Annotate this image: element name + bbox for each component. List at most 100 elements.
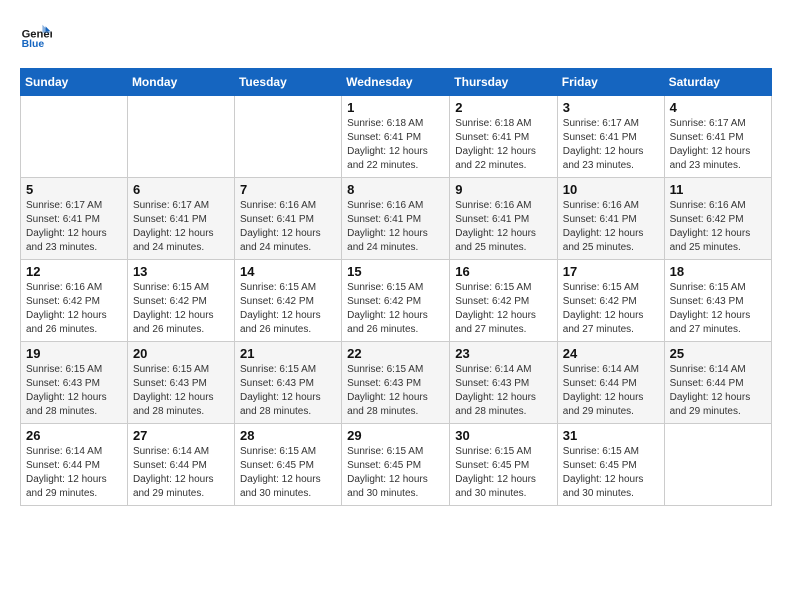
cell-sun-info: Sunrise: 6:16 AM Sunset: 6:41 PM Dayligh…	[240, 199, 336, 255]
day-number: 17	[563, 264, 659, 279]
calendar-cell: 7 Sunrise: 6:16 AM Sunset: 6:41 PM Daylig…	[234, 178, 341, 260]
cell-sun-info: Sunrise: 6:15 AM Sunset: 6:45 PM Dayligh…	[347, 445, 444, 501]
day-number: 7	[240, 182, 336, 197]
day-number: 25	[670, 346, 766, 361]
calendar-cell: 30 Sunrise: 6:15 AM Sunset: 6:45 PM Dayli…	[450, 424, 558, 506]
cell-sun-info: Sunrise: 6:17 AM Sunset: 6:41 PM Dayligh…	[563, 117, 659, 173]
cell-sun-info: Sunrise: 6:16 AM Sunset: 6:41 PM Dayligh…	[347, 199, 444, 255]
cell-sun-info: Sunrise: 6:15 AM Sunset: 6:43 PM Dayligh…	[133, 363, 229, 419]
day-of-week-header: Monday	[127, 69, 234, 96]
calendar-cell: 2 Sunrise: 6:18 AM Sunset: 6:41 PM Daylig…	[450, 96, 558, 178]
cell-sun-info: Sunrise: 6:15 AM Sunset: 6:42 PM Dayligh…	[240, 281, 336, 337]
day-number: 14	[240, 264, 336, 279]
cell-sun-info: Sunrise: 6:15 AM Sunset: 6:45 PM Dayligh…	[455, 445, 552, 501]
calendar-cell: 17 Sunrise: 6:15 AM Sunset: 6:42 PM Dayli…	[557, 260, 664, 342]
calendar-cell: 10 Sunrise: 6:16 AM Sunset: 6:41 PM Dayli…	[557, 178, 664, 260]
cell-sun-info: Sunrise: 6:15 AM Sunset: 6:42 PM Dayligh…	[563, 281, 659, 337]
calendar-cell: 31Sunrise: 6:15 AM Sunset: 6:45 PM Dayli…	[557, 424, 664, 506]
calendar-cell	[664, 424, 771, 506]
cell-sun-info: Sunrise: 6:15 AM Sunset: 6:43 PM Dayligh…	[347, 363, 444, 419]
calendar-cell: 11 Sunrise: 6:16 AM Sunset: 6:42 PM Dayli…	[664, 178, 771, 260]
calendar-cell: 6 Sunrise: 6:17 AM Sunset: 6:41 PM Daylig…	[127, 178, 234, 260]
day-number: 19	[26, 346, 122, 361]
calendar-cell: 28 Sunrise: 6:15 AM Sunset: 6:45 PM Dayli…	[234, 424, 341, 506]
cell-sun-info: Sunrise: 6:16 AM Sunset: 6:42 PM Dayligh…	[26, 281, 122, 337]
day-number: 28	[240, 428, 336, 443]
cell-sun-info: Sunrise: 6:15 AM Sunset: 6:43 PM Dayligh…	[26, 363, 122, 419]
calendar-cell: 14 Sunrise: 6:15 AM Sunset: 6:42 PM Dayli…	[234, 260, 341, 342]
cell-sun-info: Sunrise: 6:18 AM Sunset: 6:41 PM Dayligh…	[455, 117, 552, 173]
day-number: 15	[347, 264, 444, 279]
calendar-cell: 18Sunrise: 6:15 AM Sunset: 6:43 PM Dayli…	[664, 260, 771, 342]
cell-sun-info: Sunrise: 6:14 AM Sunset: 6:44 PM Dayligh…	[133, 445, 229, 501]
calendar-cell	[127, 96, 234, 178]
calendar-cell: 8Sunrise: 6:16 AM Sunset: 6:41 PM Daylig…	[342, 178, 450, 260]
cell-sun-info: Sunrise: 6:14 AM Sunset: 6:43 PM Dayligh…	[455, 363, 552, 419]
cell-sun-info: Sunrise: 6:14 AM Sunset: 6:44 PM Dayligh…	[670, 363, 766, 419]
day-number: 2	[455, 100, 552, 115]
calendar-cell	[234, 96, 341, 178]
day-of-week-header: Saturday	[664, 69, 771, 96]
calendar-week-row: 12 Sunrise: 6:16 AM Sunset: 6:42 PM Dayli…	[21, 260, 772, 342]
calendar-cell: 26 Sunrise: 6:14 AM Sunset: 6:44 PM Dayli…	[21, 424, 128, 506]
day-number: 16	[455, 264, 552, 279]
calendar-week-row: 26 Sunrise: 6:14 AM Sunset: 6:44 PM Dayli…	[21, 424, 772, 506]
day-number: 30	[455, 428, 552, 443]
cell-sun-info: Sunrise: 6:14 AM Sunset: 6:44 PM Dayligh…	[563, 363, 659, 419]
day-number: 26	[26, 428, 122, 443]
cell-sun-info: Sunrise: 6:15 AM Sunset: 6:43 PM Dayligh…	[240, 363, 336, 419]
day-of-week-header: Friday	[557, 69, 664, 96]
day-number: 6	[133, 182, 229, 197]
calendar-cell: 16Sunrise: 6:15 AM Sunset: 6:42 PM Dayli…	[450, 260, 558, 342]
calendar-cell: 12 Sunrise: 6:16 AM Sunset: 6:42 PM Dayli…	[21, 260, 128, 342]
calendar-table: SundayMondayTuesdayWednesdayThursdayFrid…	[20, 68, 772, 506]
day-number: 11	[670, 182, 766, 197]
calendar-cell: 13Sunrise: 6:15 AM Sunset: 6:42 PM Dayli…	[127, 260, 234, 342]
cell-sun-info: Sunrise: 6:16 AM Sunset: 6:41 PM Dayligh…	[563, 199, 659, 255]
calendar-cell: 4 Sunrise: 6:17 AM Sunset: 6:41 PM Daylig…	[664, 96, 771, 178]
day-number: 4	[670, 100, 766, 115]
calendar-week-row: 5 Sunrise: 6:17 AM Sunset: 6:41 PM Daylig…	[21, 178, 772, 260]
calendar-week-row: 19 Sunrise: 6:15 AM Sunset: 6:43 PM Dayli…	[21, 342, 772, 424]
day-number: 10	[563, 182, 659, 197]
cell-sun-info: Sunrise: 6:17 AM Sunset: 6:41 PM Dayligh…	[133, 199, 229, 255]
cell-sun-info: Sunrise: 6:16 AM Sunset: 6:41 PM Dayligh…	[455, 199, 552, 255]
calendar-cell: 1 Sunrise: 6:18 AM Sunset: 6:41 PM Daylig…	[342, 96, 450, 178]
cell-sun-info: Sunrise: 6:15 AM Sunset: 6:45 PM Dayligh…	[240, 445, 336, 501]
day-number: 24	[563, 346, 659, 361]
cell-sun-info: Sunrise: 6:14 AM Sunset: 6:44 PM Dayligh…	[26, 445, 122, 501]
calendar-week-row: 1 Sunrise: 6:18 AM Sunset: 6:41 PM Daylig…	[21, 96, 772, 178]
calendar-cell	[21, 96, 128, 178]
day-number: 12	[26, 264, 122, 279]
day-number: 1	[347, 100, 444, 115]
logo-icon: General Blue	[20, 20, 52, 52]
day-number: 23	[455, 346, 552, 361]
day-number: 20	[133, 346, 229, 361]
calendar-cell: 29Sunrise: 6:15 AM Sunset: 6:45 PM Dayli…	[342, 424, 450, 506]
calendar-header-row: SundayMondayTuesdayWednesdayThursdayFrid…	[21, 69, 772, 96]
calendar-cell: 19 Sunrise: 6:15 AM Sunset: 6:43 PM Dayli…	[21, 342, 128, 424]
cell-sun-info: Sunrise: 6:17 AM Sunset: 6:41 PM Dayligh…	[670, 117, 766, 173]
calendar-cell: 3 Sunrise: 6:17 AM Sunset: 6:41 PM Daylig…	[557, 96, 664, 178]
cell-sun-info: Sunrise: 6:16 AM Sunset: 6:42 PM Dayligh…	[670, 199, 766, 255]
page-header: General Blue	[20, 20, 772, 52]
day-of-week-header: Thursday	[450, 69, 558, 96]
day-of-week-header: Sunday	[21, 69, 128, 96]
day-of-week-header: Wednesday	[342, 69, 450, 96]
calendar-cell: 5 Sunrise: 6:17 AM Sunset: 6:41 PM Daylig…	[21, 178, 128, 260]
calendar-cell: 22 Sunrise: 6:15 AM Sunset: 6:43 PM Dayli…	[342, 342, 450, 424]
day-number: 22	[347, 346, 444, 361]
cell-sun-info: Sunrise: 6:17 AM Sunset: 6:41 PM Dayligh…	[26, 199, 122, 255]
cell-sun-info: Sunrise: 6:15 AM Sunset: 6:42 PM Dayligh…	[133, 281, 229, 337]
cell-sun-info: Sunrise: 6:15 AM Sunset: 6:42 PM Dayligh…	[347, 281, 444, 337]
day-number: 31	[563, 428, 659, 443]
day-number: 18	[670, 264, 766, 279]
day-number: 27	[133, 428, 229, 443]
calendar-cell: 24 Sunrise: 6:14 AM Sunset: 6:44 PM Dayli…	[557, 342, 664, 424]
svg-text:Blue: Blue	[22, 39, 45, 50]
logo: General Blue	[20, 20, 56, 52]
calendar-cell: 21Sunrise: 6:15 AM Sunset: 6:43 PM Dayli…	[234, 342, 341, 424]
day-number: 3	[563, 100, 659, 115]
cell-sun-info: Sunrise: 6:18 AM Sunset: 6:41 PM Dayligh…	[347, 117, 444, 173]
day-number: 5	[26, 182, 122, 197]
